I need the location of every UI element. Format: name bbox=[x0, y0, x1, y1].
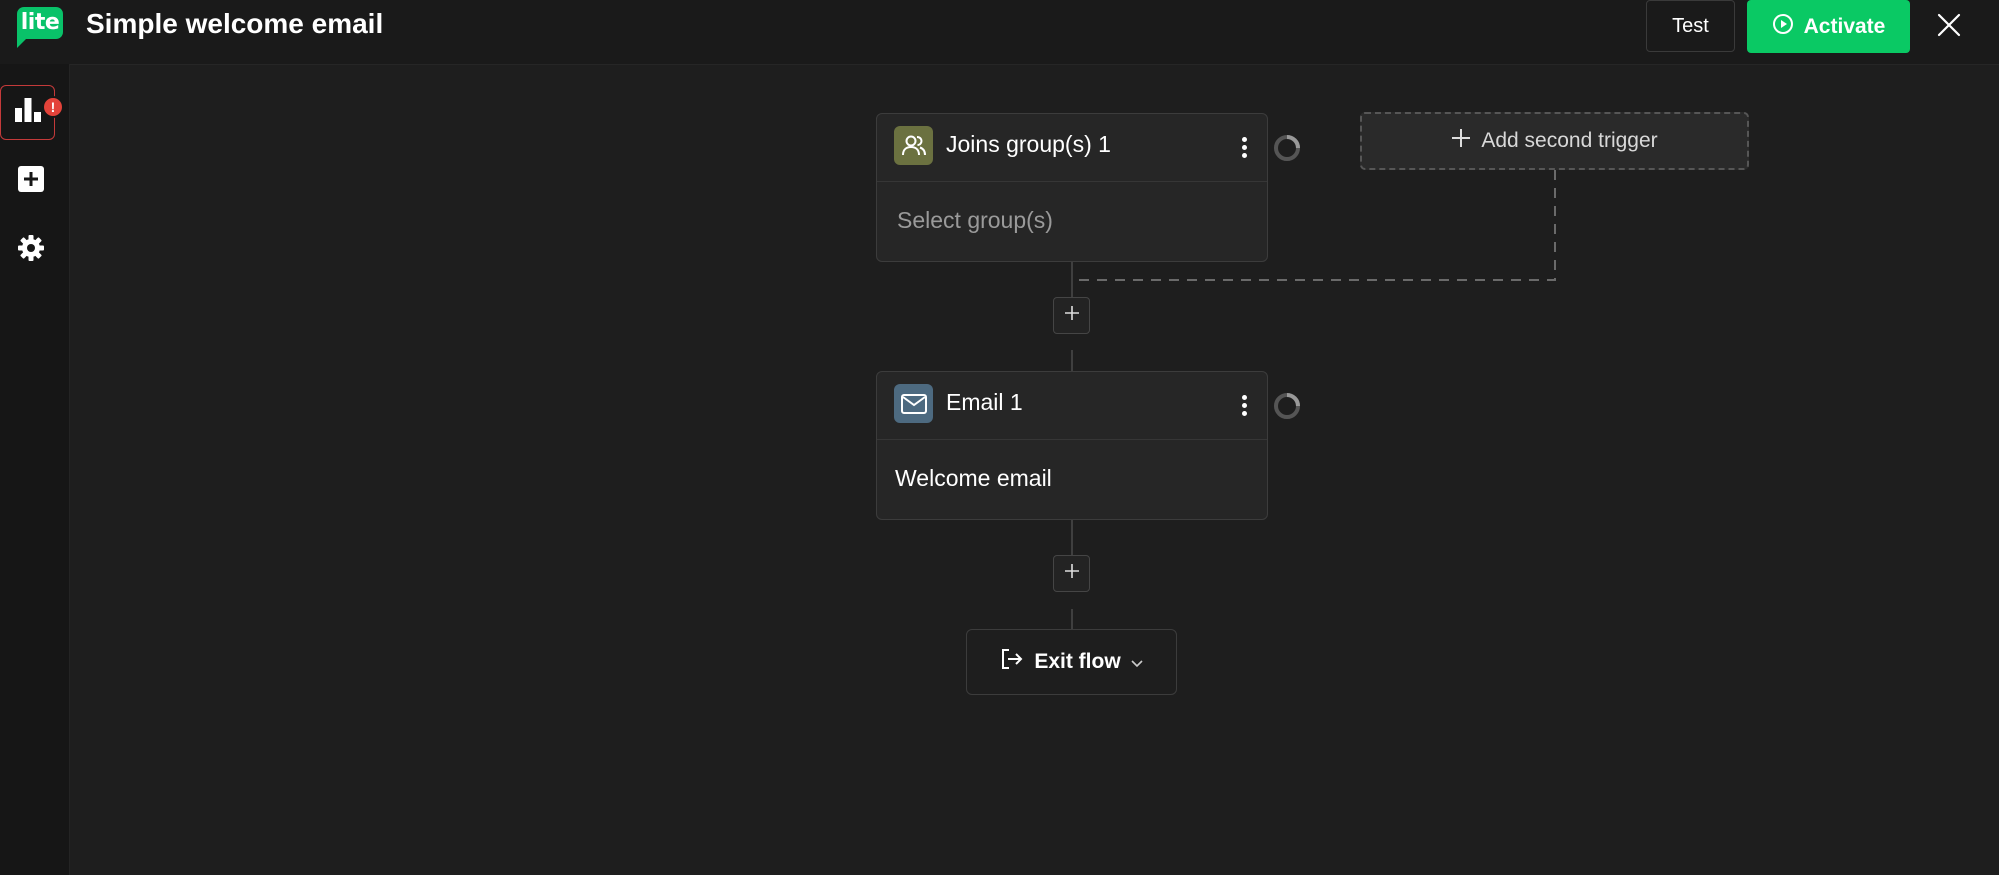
add-second-trigger-label: Add second trigger bbox=[1481, 129, 1658, 152]
exit-icon bbox=[1000, 648, 1024, 676]
trigger-node-title: Joins group(s) 1 bbox=[946, 131, 1111, 157]
plus-icon bbox=[1451, 128, 1471, 154]
trigger-node-header: Joins group(s) 1 bbox=[877, 114, 1267, 182]
exit-flow-label: Exit flow bbox=[1034, 650, 1121, 673]
select-groups-placeholder[interactable]: Select group(s) bbox=[897, 207, 1053, 234]
test-button[interactable]: Test bbox=[1646, 0, 1735, 52]
email-node[interactable]: Email 1 Welcome email bbox=[876, 371, 1268, 520]
loading-spinner-icon bbox=[1272, 391, 1302, 421]
sidebar: ! bbox=[0, 64, 70, 875]
trigger-node-menu-icon[interactable] bbox=[1239, 132, 1249, 162]
email-node-title: Email 1 bbox=[946, 389, 1023, 415]
close-button[interactable] bbox=[1934, 10, 1964, 44]
trigger-node[interactable]: Joins group(s) 1 Select group(s) bbox=[876, 113, 1268, 262]
top-bar: lite Simple welcome email Test Activate bbox=[0, 0, 1999, 65]
add-step-button[interactable] bbox=[1053, 297, 1090, 334]
exit-flow-dropdown[interactable]: Exit flow bbox=[966, 629, 1177, 695]
email-node-header: Email 1 bbox=[877, 372, 1267, 440]
close-icon bbox=[1937, 13, 1961, 42]
add-second-trigger-button[interactable]: Add second trigger bbox=[1360, 112, 1749, 170]
envelope-icon bbox=[894, 384, 933, 423]
sidebar-item-settings[interactable] bbox=[3, 223, 58, 278]
sidebar-item-add[interactable] bbox=[3, 154, 58, 209]
email-node-menu-icon[interactable] bbox=[1239, 390, 1249, 420]
bar-chart-icon bbox=[13, 96, 43, 129]
loading-spinner-icon bbox=[1272, 133, 1302, 163]
gear-icon bbox=[17, 234, 45, 267]
alert-badge: ! bbox=[42, 96, 64, 118]
plus-icon bbox=[1064, 306, 1079, 325]
test-button-label: Test bbox=[1672, 14, 1709, 37]
users-icon bbox=[894, 126, 933, 165]
flow-canvas[interactable]: Joins group(s) 1 Select group(s) Add sec… bbox=[70, 64, 1999, 875]
plus-square-icon bbox=[17, 166, 44, 197]
play-circle-icon bbox=[1772, 13, 1794, 41]
add-step-button[interactable] bbox=[1053, 555, 1090, 592]
activate-button-label: Activate bbox=[1803, 14, 1886, 38]
chevron-down-icon bbox=[1131, 650, 1143, 674]
plus-icon bbox=[1064, 564, 1079, 583]
page-title: Simple welcome email bbox=[86, 8, 384, 39]
sidebar-item-reports[interactable]: ! bbox=[0, 85, 64, 140]
activate-button[interactable]: Activate bbox=[1747, 0, 1910, 53]
email-node-body[interactable]: Welcome email bbox=[895, 465, 1052, 492]
app-logo[interactable]: lite bbox=[17, 7, 63, 48]
